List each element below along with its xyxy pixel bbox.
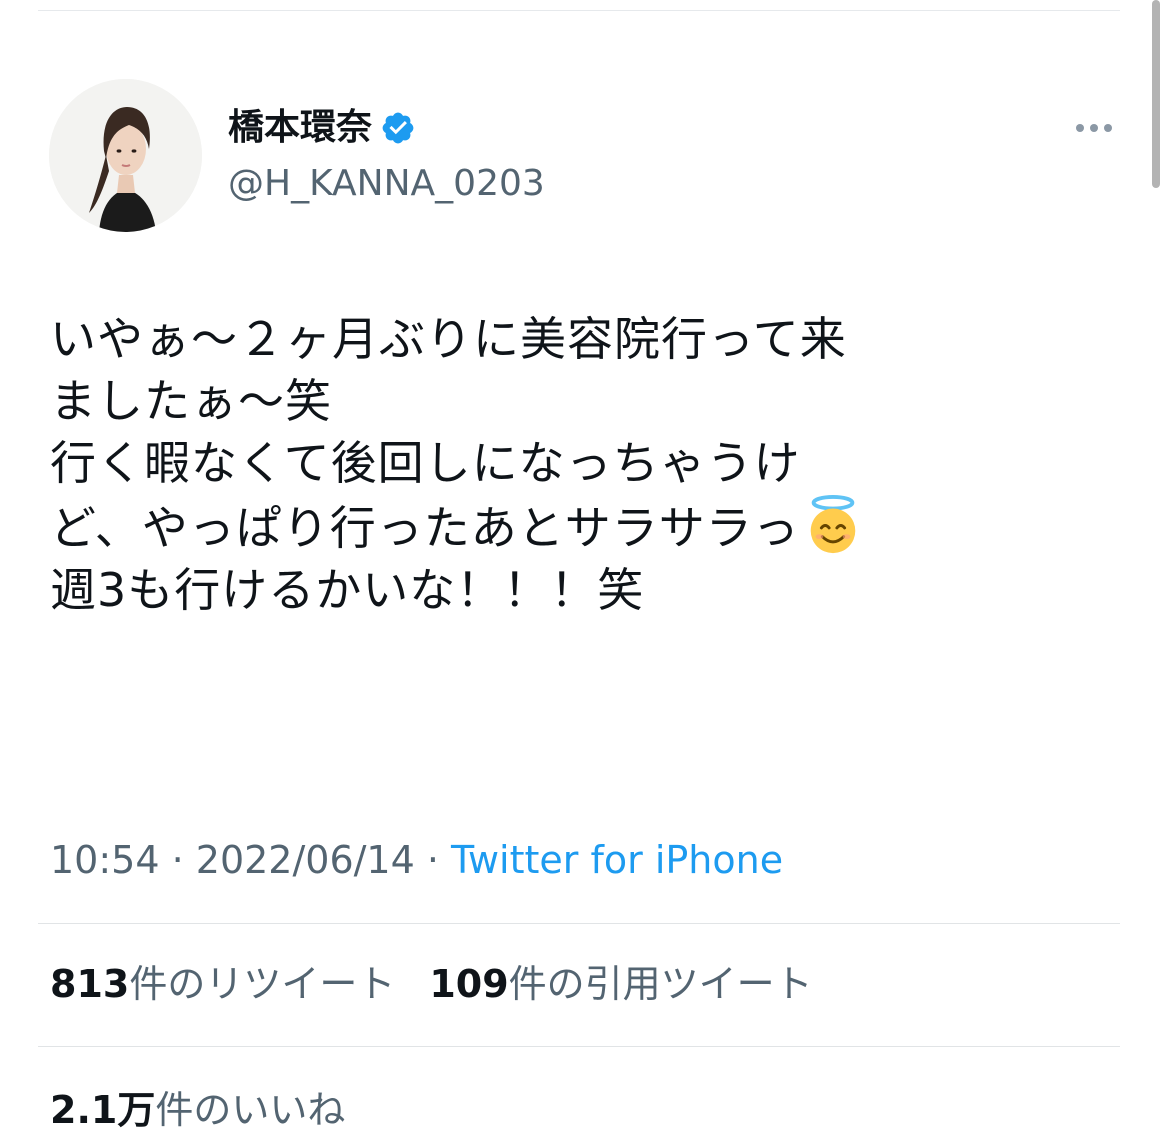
- tweet-meta: 10:54 · 2022/06/14 · Twitter for iPhone: [50, 836, 783, 884]
- tweet-time[interactable]: 10:54: [50, 838, 160, 882]
- profile-photo: [49, 79, 202, 232]
- tweet-line: 行く暇なくて後回しになっちゃうけ: [50, 436, 801, 490]
- retweet-label: 件のリツイート: [129, 962, 396, 1006]
- tweet-text: いやぁ〜２ヶ月ぶりに美容院行って来 ましたぁ〜笑 行く暇なくて後回しになっちゃう…: [50, 308, 1130, 621]
- top-divider: [38, 10, 1120, 11]
- divider: [38, 923, 1120, 924]
- meta-separator: ·: [414, 838, 452, 882]
- quote-label: 件の引用ツイート: [508, 962, 813, 1006]
- tweet-line: 週3も行けるかいな！！！笑: [50, 563, 645, 617]
- tweet-line: いやぁ〜２ヶ月ぶりに美容院行って来: [50, 312, 847, 366]
- tweet-line: ましたぁ〜笑: [50, 374, 332, 428]
- user-handle[interactable]: @H_KANNA_0203: [228, 160, 545, 208]
- like-count: 2.1万: [50, 1088, 156, 1132]
- smiling-face-with-halo-icon: [810, 494, 855, 554]
- tweet-stats: 813件のリツイート 109件の引用ツイート: [50, 958, 813, 1010]
- more-options-icon[interactable]: [1070, 118, 1118, 138]
- verified-badge-icon: [382, 112, 414, 144]
- quote-count: 109: [429, 962, 509, 1006]
- tweet-date[interactable]: 2022/06/14: [196, 838, 415, 882]
- quotes-stat[interactable]: 109件の引用ツイート: [429, 958, 812, 1010]
- scrollbar[interactable]: [1152, 0, 1160, 188]
- likes-stat[interactable]: 2.1万件のいいね: [50, 1084, 345, 1136]
- retweet-count: 813: [50, 962, 130, 1006]
- tweet-source-link[interactable]: Twitter for iPhone: [451, 838, 783, 882]
- display-name[interactable]: 橋本環奈: [228, 104, 372, 152]
- retweets-stat[interactable]: 813件のリツイート: [50, 958, 395, 1010]
- tweet-line-with-emoji: ど、やっぱり行ったあとサラサラっ: [50, 494, 1130, 559]
- divider: [38, 1046, 1120, 1047]
- meta-separator: ·: [159, 838, 196, 882]
- avatar[interactable]: [49, 79, 202, 232]
- tweet-line-text: ど、やっぱり行ったあとサラサラっ: [50, 501, 800, 555]
- like-label: 件のいいね: [155, 1088, 346, 1132]
